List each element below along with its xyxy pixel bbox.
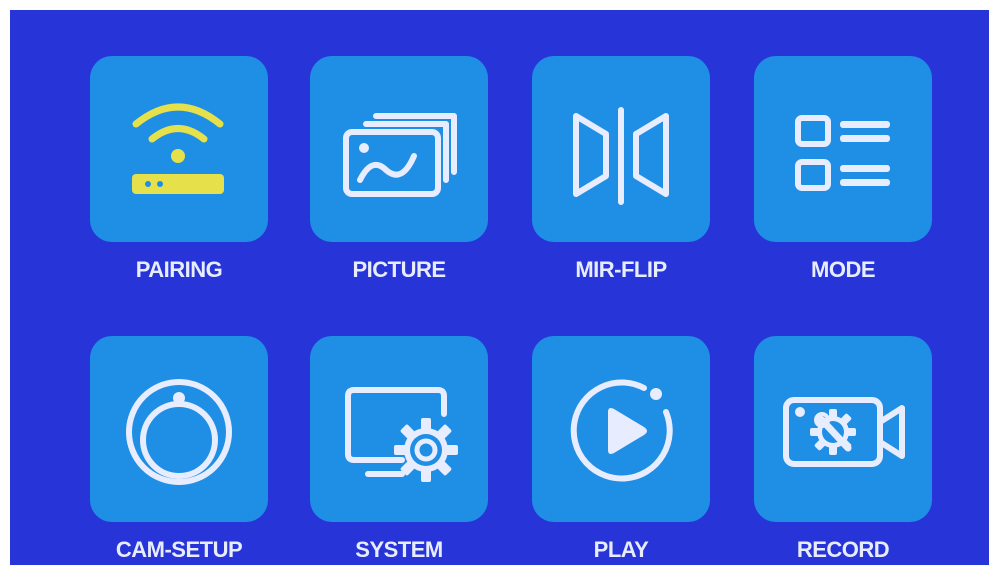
system-label: SYSTEM: [355, 537, 443, 562]
pairing-button[interactable]: [90, 56, 268, 242]
system-button[interactable]: [310, 336, 488, 522]
mode-button[interactable]: [754, 56, 932, 242]
picture-label: PICTURE: [352, 257, 446, 282]
record-settings-icon: [783, 397, 905, 467]
play-button[interactable]: [532, 336, 710, 522]
camera-lens-icon: [126, 379, 232, 485]
system-settings-icon: [345, 387, 458, 482]
main-menu-screen: PAIRING PICTURE MIR-FLIP MODE CAM-SETUP …: [10, 10, 989, 565]
picture-icon: [343, 113, 457, 197]
mirror-flip-label: MIR-FLIP: [575, 257, 667, 282]
cam-setup-label: CAM-SETUP: [115, 537, 243, 562]
mode-list-icon: [795, 115, 890, 191]
mirror-flip-icon: [573, 107, 669, 205]
record-label: RECORD: [796, 537, 890, 562]
play-label: PLAY: [593, 537, 649, 562]
cam-setup-button[interactable]: [90, 336, 268, 522]
mirror-flip-button[interactable]: [532, 56, 710, 242]
record-button[interactable]: [754, 336, 932, 522]
mode-label: MODE: [811, 257, 876, 282]
picture-button[interactable]: [310, 56, 488, 242]
pairing-label: PAIRING: [135, 257, 223, 282]
play-icon: [570, 379, 673, 482]
wifi-router-icon: [132, 103, 224, 194]
